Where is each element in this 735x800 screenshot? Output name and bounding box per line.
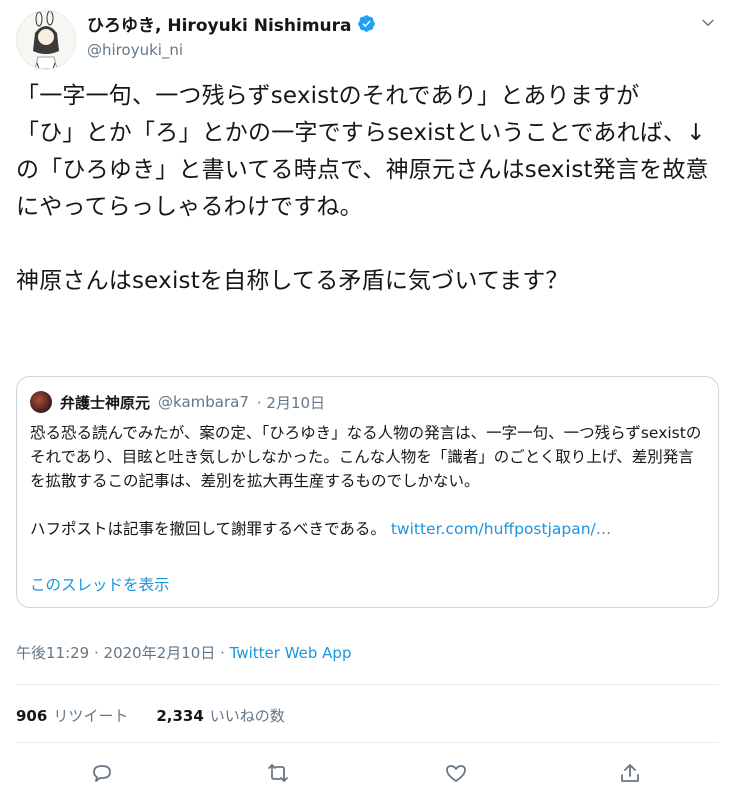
quoted-author-handle: @kambara7 bbox=[158, 393, 249, 411]
show-thread-link[interactable]: このスレッドを表示 bbox=[30, 573, 170, 595]
author-names: ひろゆき, Hiroyuki Nishimura @hiroyuki_ni bbox=[87, 11, 376, 59]
quoted-tweet-header: 弁護士神原元 @kambara7 · 2月10日 bbox=[30, 391, 325, 413]
quoted-tweet-link[interactable]: twitter.com/huffpostjapan/… bbox=[391, 520, 611, 538]
reply-icon bbox=[93, 765, 111, 782]
likes-count: 2,334 bbox=[156, 707, 204, 725]
author-display-name[interactable]: ひろゆき, Hiroyuki Nishimura bbox=[87, 11, 352, 36]
tweet-stats: 906 リツイート 2,334 いいねの数 bbox=[16, 705, 285, 726]
share-button[interactable] bbox=[614, 757, 646, 789]
quoted-tweet-body: 恐る恐る読んでみたが、案の定、「ひろゆき」なる人物の発言は、一字一句、一つ残らず… bbox=[30, 421, 706, 541]
divider bbox=[16, 684, 719, 685]
retweets-label: リツイート bbox=[53, 707, 129, 725]
tweet-meta: 午後11:29 · 2020年2月10日 · Twitter Web App bbox=[16, 642, 351, 663]
tweet-source[interactable]: Twitter Web App bbox=[230, 644, 352, 662]
likes-stat[interactable]: 2,334 いいねの数 bbox=[156, 705, 284, 726]
tweet-actions bbox=[0, 757, 735, 793]
chevron-down-icon[interactable] bbox=[699, 14, 717, 32]
retweet-icon bbox=[268, 764, 288, 782]
retweet-button[interactable] bbox=[262, 757, 294, 789]
tweet-header: ひろゆき, Hiroyuki Nishimura @hiroyuki_ni bbox=[16, 8, 719, 70]
author-avatar[interactable] bbox=[16, 10, 76, 70]
author-handle[interactable]: @hiroyuki_ni bbox=[87, 41, 376, 59]
reply-button[interactable] bbox=[86, 757, 118, 789]
quoted-author-avatar bbox=[30, 391, 52, 413]
tweet-text: 「一字一句、一つ残らずsexistのそれであり」とありますが 「ひ」とか「ろ」と… bbox=[16, 83, 709, 294]
quoted-author-name: 弁護士神原元 bbox=[60, 393, 151, 412]
divider bbox=[16, 742, 719, 743]
likes-label: いいねの数 bbox=[209, 707, 285, 725]
quoted-tweet[interactable]: 弁護士神原元 @kambara7 · 2月10日 恐る恐る読んでみたが、案の定、… bbox=[16, 376, 719, 608]
retweets-stat[interactable]: 906 リツイート bbox=[16, 705, 128, 726]
like-button[interactable] bbox=[440, 757, 472, 789]
retweets-count: 906 bbox=[16, 707, 48, 725]
tweet-timestamp[interactable]: 午後11:29 · 2020年2月10日 · bbox=[16, 644, 230, 662]
verified-badge-icon bbox=[357, 14, 375, 32]
quoted-tweet-date: · 2月10日 bbox=[256, 393, 326, 412]
share-icon bbox=[621, 764, 639, 782]
like-icon bbox=[446, 765, 466, 782]
